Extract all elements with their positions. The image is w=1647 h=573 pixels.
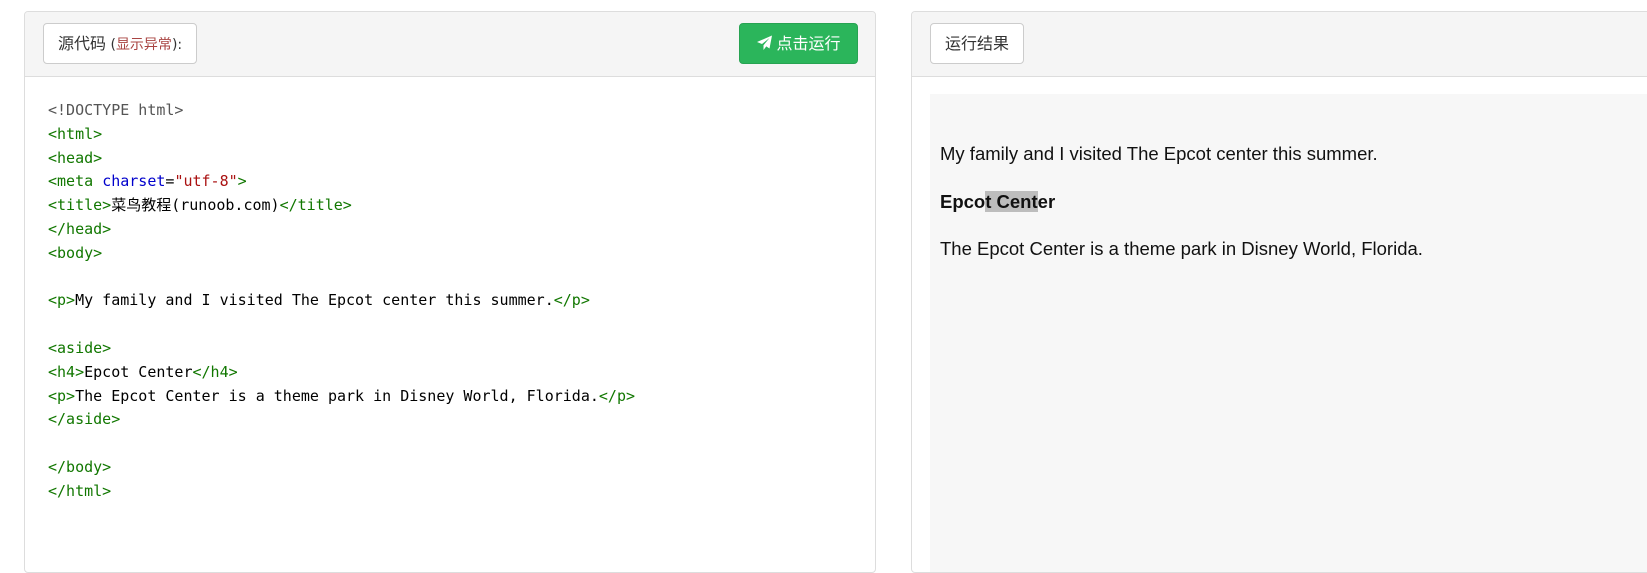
result-paragraph-1: My family and I visited The Epcot center… [940,143,1378,164]
code-token: <p> [48,386,76,405]
code-editor[interactable]: <!DOCTYPE html> <html> <head> <meta charset… [48,99,635,504]
result-panel-heading: 运行结果 [912,12,1647,77]
code-line: </body> [48,456,635,480]
paper-plane-icon [756,34,776,53]
code-token: </title> [279,196,352,215]
code-line: <p>The Epcot Center is a theme park in D… [48,385,635,409]
result-paragraph-2: The Epcot Center is a theme park in Disn… [940,238,1423,259]
code-line: <title>菜鸟教程(runoob.com)</title> [48,194,635,218]
code-token: </body> [48,457,112,476]
code-line: <h4>Epcot Center</h4> [48,361,635,385]
result-heading: Epcot Center [940,191,1055,213]
result-panel: 运行结果 My family and I visited The Epcot c… [911,11,1647,573]
code-line: <head> [48,147,635,171]
source-code-label: 源代码 (显示异常): [43,23,198,64]
heading-text-end: er [1037,191,1056,212]
code-token: The Epcot Center is a theme park in Disn… [75,386,599,405]
code-token: "utf-8" [174,172,238,191]
code-token: <html> [48,124,103,143]
code-line: <body> [48,242,635,266]
code-token: </aside> [48,410,121,429]
code-token: <h4> [48,362,85,381]
code-token: <aside> [48,338,112,357]
code-line: <html> [48,123,635,147]
code-token: 菜鸟教程(runoob.com) [111,196,280,215]
code-line: <!DOCTYPE html> [48,99,635,123]
code-token: <title> [48,196,112,215]
code-line: </aside> [48,408,635,432]
run-button[interactable]: 点击运行 [739,23,858,64]
code-token: </head> [48,219,112,238]
source-code-label-text: 源代码 [58,34,107,53]
code-line: </html> [48,480,635,504]
code-token: Epcot Center [84,362,193,381]
code-token: <p> [48,291,76,310]
result-label: 运行结果 [930,23,1025,64]
code-token: > [237,172,247,191]
heading-text-start: Epco [940,191,986,212]
display-error-link[interactable]: 显示异常 [116,37,172,53]
code-token: </p> [553,291,590,310]
code-line: <aside> [48,337,635,361]
code-token: </p> [598,386,636,405]
source-code-panel: 源代码 (显示异常): 点击运行 <!DOCTYPE html> <html> <h… [24,11,876,573]
code-token: <!DOCTYPE html> [48,101,184,119]
code-token: charset [102,172,166,191]
code-line: <p>My family and I visited The Epcot cen… [48,289,635,313]
run-button-label: 点击运行 [776,34,841,53]
source-code-panel-heading: 源代码 (显示异常): 点击运行 [25,12,875,77]
label-paren-close: ): [171,37,183,53]
label-paren-open: ( [106,37,116,53]
code-line: <meta charset="utf-8"> [48,170,635,194]
code-token: </html> [48,481,112,500]
heading-text-selected: t Cent [985,191,1038,212]
result-frame[interactable]: My family and I visited The Epcot center… [930,94,1647,572]
code-token: My family and I visited The Epcot center… [75,291,554,310]
code-token: <meta [48,172,103,191]
code-token: <head> [48,148,103,167]
code-token: <body> [48,243,103,262]
code-line: </head> [48,218,635,242]
code-token: </h4> [192,362,238,381]
